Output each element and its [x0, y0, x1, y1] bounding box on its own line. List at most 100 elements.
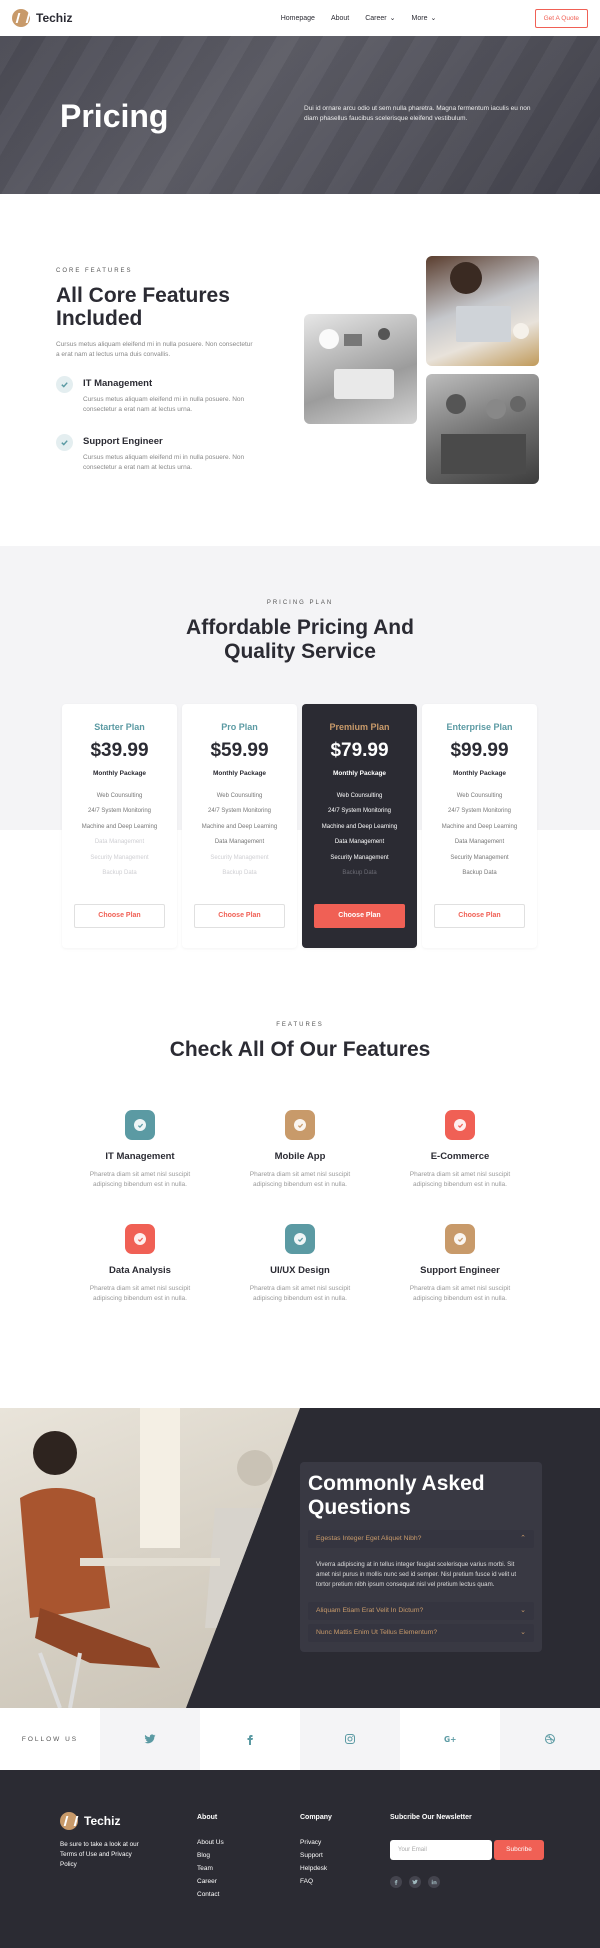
- nav-more[interactable]: More ⌄: [411, 14, 437, 23]
- hero-subtitle: Dui id ornare arcu odio ut sem nulla pha…: [304, 105, 531, 122]
- faq-question-text: Egestas Integer Eget Aliquet Nibh?: [316, 1535, 422, 1542]
- plan-feature: Web Counsulting: [96, 793, 143, 799]
- feature-text: Pharetra diam sit amet nisl suscipit adi…: [409, 1171, 511, 1188]
- choose-plan-button[interactable]: Choose Plan: [314, 904, 405, 928]
- twitter-link[interactable]: [100, 1708, 200, 1770]
- chevron-up-icon: ⌃: [520, 1535, 526, 1542]
- plan-feature: Security Management: [450, 854, 509, 861]
- features-title: Check All Of Our Features: [169, 1038, 431, 1061]
- plan-price: $39.99: [90, 740, 149, 761]
- workspace-photo: [304, 314, 417, 424]
- check-icon: [56, 434, 73, 451]
- pricing-card: Premium Plan $79.99 Monthly Package Web Cou…: [302, 704, 417, 948]
- google-plus-link[interactable]: G+: [400, 1708, 500, 1770]
- linkedin-icon: [431, 1879, 437, 1885]
- feature-card: IT Management Pharetra diam sit amet nisl…: [60, 1110, 220, 1190]
- plan-package: Monthly Package: [212, 770, 267, 777]
- core-item: IT Management Cursus metus aliquam eleife…: [56, 376, 276, 415]
- site-header: Techiz Homepage About Career ⌄ More ⌄ Get …: [0, 0, 600, 36]
- footer-link[interactable]: Team: [197, 1865, 224, 1872]
- plan-name: Starter Plan: [94, 722, 145, 732]
- plan-package: Monthly Package: [332, 770, 387, 777]
- feature-check-icon: [125, 1110, 155, 1140]
- plan-feature: Machine and Deep Learning: [201, 823, 278, 830]
- office-desk-photo: [426, 256, 539, 366]
- feature-text: Pharetra diam sit amet nisl suscipit adi…: [409, 1285, 511, 1302]
- plan-feature: Backup Data: [102, 869, 137, 876]
- nav-career-label: Career: [365, 14, 387, 22]
- pricing-title-text: Affordable Pricing And Quality Service: [186, 616, 414, 663]
- plan-package: Monthly Package: [452, 770, 507, 777]
- faq-panel: Commonly Asked Questions Egestas Integer…: [300, 1462, 542, 1652]
- newsletter-email-input[interactable]: Your Email: [390, 1840, 492, 1860]
- footer-link[interactable]: About Us: [197, 1839, 224, 1846]
- footer-link[interactable]: Blog: [197, 1852, 224, 1859]
- social-bar: FOLLOW US G+: [0, 1708, 600, 1770]
- pricing-eyebrow: PRICING PLAN: [266, 600, 334, 606]
- core-item-title: IT Management: [83, 378, 153, 389]
- choose-plan-button[interactable]: Choose Plan: [194, 904, 285, 928]
- faq-question[interactable]: Egestas Integer Eget Aliquet Nibh? ⌃: [308, 1530, 534, 1548]
- feature-check-icon: [445, 1224, 475, 1254]
- plan-feature: Web Counsulting: [456, 793, 503, 799]
- feature-card: Support Engineer Pharetra diam sit amet n…: [380, 1224, 540, 1304]
- plan-feature: Security Management: [330, 854, 389, 861]
- site-footer: Techiz Be sure to take a look at our Ter…: [0, 1770, 600, 1948]
- plan-feature: 24/7 System Monitoring: [87, 808, 152, 815]
- chevron-down-icon: ⌄: [389, 15, 396, 22]
- footer-newsletter: Subcribe Our Newsletter: [390, 1814, 472, 1821]
- footer-link[interactable]: Helpdesk: [300, 1865, 332, 1872]
- feature-card: Data Analysis Pharetra diam sit amet nisl…: [60, 1224, 220, 1304]
- footer-link[interactable]: Contact: [197, 1891, 224, 1898]
- subscribe-button[interactable]: Subcribe: [494, 1840, 544, 1860]
- footer-link[interactable]: Career: [197, 1878, 224, 1885]
- brand-logo[interactable]: Techiz: [12, 9, 72, 27]
- logo-icon: [60, 1812, 78, 1830]
- feature-check-icon: [445, 1110, 475, 1140]
- feature-check-icon: [285, 1224, 315, 1254]
- plan-feature-list: Web Counsulting 24/7 System Monitoring Mac…: [422, 793, 537, 885]
- facebook-link[interactable]: [200, 1708, 300, 1770]
- footer-facebook-link[interactable]: [390, 1876, 402, 1888]
- newsletter-title: Subcribe Our Newsletter: [390, 1814, 472, 1821]
- plan-price: $79.99: [330, 740, 389, 761]
- footer-logo[interactable]: Techiz: [60, 1812, 120, 1830]
- footer-link[interactable]: Privacy: [300, 1839, 332, 1846]
- chevron-down-icon: ⌄: [520, 1629, 526, 1636]
- plan-price: $59.99: [210, 740, 269, 761]
- twitter-icon: [144, 1734, 156, 1744]
- feature-title: IT Management: [105, 1151, 175, 1162]
- nav-about[interactable]: About: [331, 14, 349, 22]
- choose-plan-button[interactable]: Choose Plan: [74, 904, 165, 928]
- nav-more-label: More: [411, 14, 428, 22]
- hero-banner: Pricing Dui id ornare arcu odio ut sem n…: [0, 36, 600, 194]
- footer-twitter-link[interactable]: [409, 1876, 421, 1888]
- pricing-card: Starter Plan $39.99 Monthly Package Web Cou…: [62, 704, 177, 948]
- chevron-down-icon: ⌄: [520, 1607, 526, 1614]
- feature-text: Pharetra diam sit amet nisl suscipit adi…: [249, 1285, 351, 1302]
- core-features-section: CORE FEATURES All Core Features Included…: [0, 194, 600, 546]
- faq-question[interactable]: Aliquam Etiam Erat Velit In Dictum? ⌄: [308, 1602, 534, 1620]
- feature-title: UI/UX Design: [270, 1265, 330, 1276]
- feature-check-icon: [285, 1110, 315, 1140]
- footer-link[interactable]: Support: [300, 1852, 332, 1859]
- choose-plan-button[interactable]: Choose Plan: [434, 904, 525, 928]
- pricing-card: Pro Plan $59.99 Monthly Package Web Counsul…: [182, 704, 297, 948]
- feature-title: Data Analysis: [109, 1265, 171, 1276]
- get-quote-button[interactable]: Get A Quote: [534, 8, 588, 28]
- faq-question[interactable]: Nunc Mattis Enim Ut Tellus Elementum? ⌄: [308, 1624, 534, 1642]
- nav-homepage[interactable]: Homepage: [281, 14, 315, 22]
- dribbble-link[interactable]: [500, 1708, 600, 1770]
- pricing-title: Affordable Pricing And Quality Service: [0, 616, 600, 664]
- instagram-link[interactable]: [300, 1708, 400, 1770]
- plan-feature: Security Management: [210, 854, 269, 861]
- plan-feature: Machine and Deep Learning: [441, 823, 518, 830]
- footer-link[interactable]: FAQ: [300, 1878, 332, 1885]
- footer-linkedin-link[interactable]: [428, 1876, 440, 1888]
- plan-package: Monthly Package: [92, 770, 147, 777]
- plan-feature: Data Management: [334, 839, 385, 846]
- main-nav: Homepage About Career ⌄ More ⌄: [281, 14, 437, 23]
- feature-title: Support Engineer: [420, 1265, 500, 1276]
- office-meeting-photo: [0, 1408, 300, 1708]
- nav-career[interactable]: Career ⌄: [365, 14, 396, 23]
